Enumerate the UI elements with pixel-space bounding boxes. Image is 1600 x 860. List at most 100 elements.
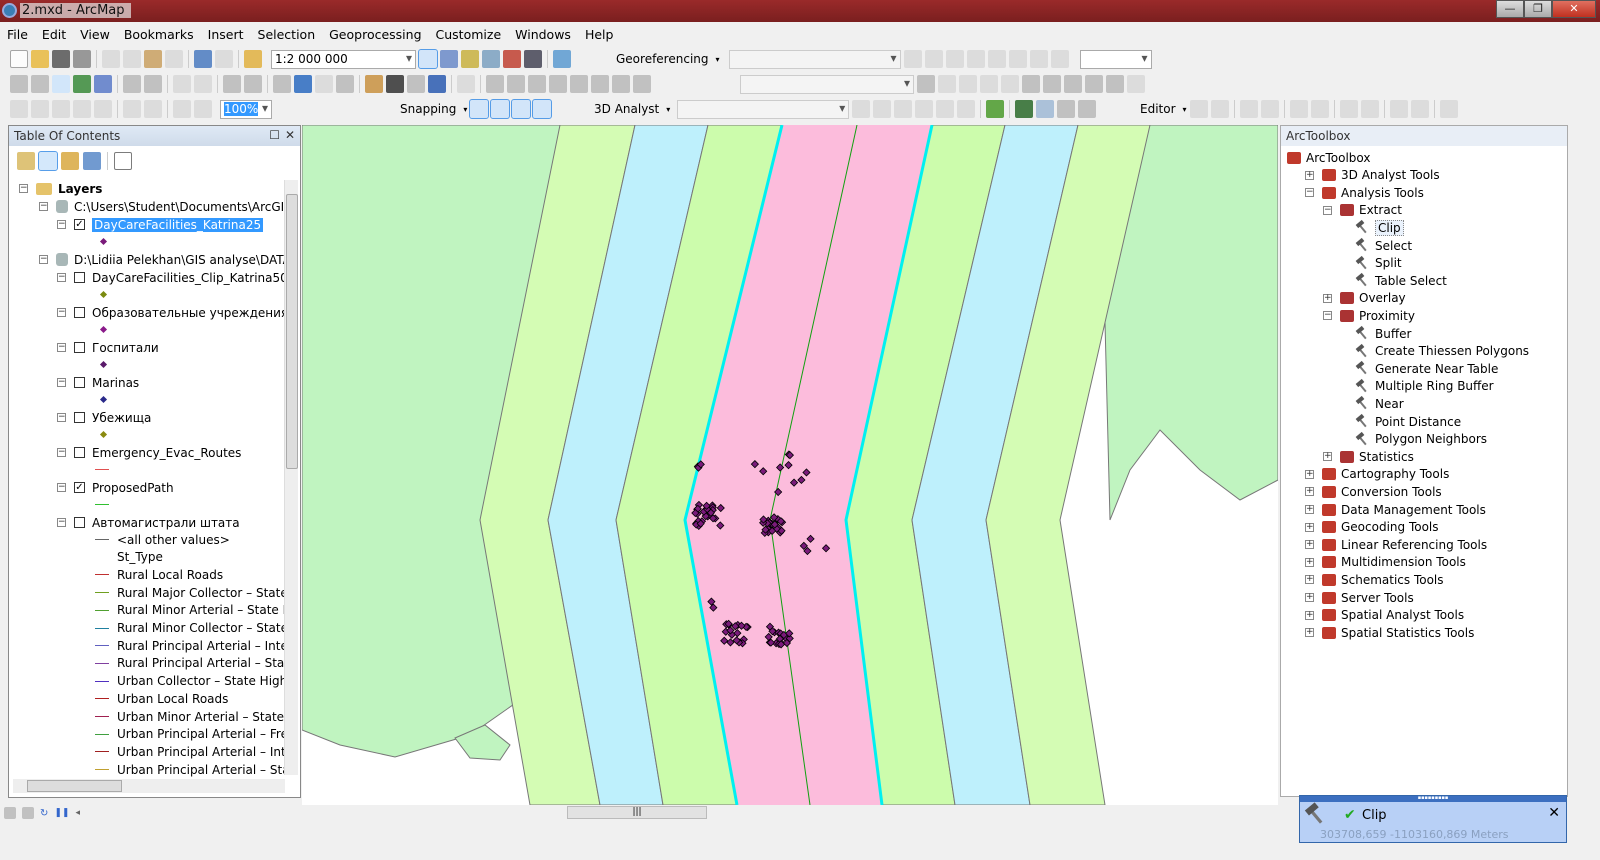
fixed-zoom-out-layout-icon[interactable] — [144, 100, 162, 118]
save-icon[interactable] — [52, 50, 70, 68]
3d-layer-select[interactable] — [677, 99, 850, 119]
next-extent-icon[interactable] — [194, 100, 212, 118]
tool-e-icon[interactable] — [591, 75, 609, 93]
steepest-icon[interactable] — [1001, 75, 1019, 93]
toc-vertical-scrollbar[interactable] — [284, 180, 298, 775]
zoom-to-selected-icon[interactable] — [486, 75, 504, 93]
menu-view[interactable]: View — [73, 24, 117, 46]
toolbox-item-tool[interactable]: Create Thiessen Polygons — [1355, 343, 1529, 360]
tool-g-icon[interactable] — [1022, 75, 1040, 93]
collapse-toggle[interactable]: − — [39, 255, 48, 264]
map-view[interactable] — [302, 125, 1278, 805]
toolbox-item-box[interactable]: +3D Analyst Tools — [1305, 167, 1440, 184]
toolbox-item-set[interactable]: − Proximity — [1323, 307, 1415, 324]
rotate-icon[interactable] — [945, 50, 964, 68]
layout-zoom-in-icon[interactable] — [10, 100, 28, 118]
expand-toggle[interactable]: + — [1305, 505, 1314, 514]
layer-visibility-checkbox[interactable] — [74, 307, 85, 318]
toc-layer-row[interactable]: − Emergency_Evac_Routes — [57, 444, 241, 461]
scale-icon[interactable] — [966, 50, 985, 68]
toolbox-item-box[interactable]: + Linear Referencing Tools — [1305, 536, 1487, 553]
view-link-table-icon[interactable] — [1008, 50, 1027, 68]
cut-polygons-icon[interactable] — [1339, 100, 1358, 118]
expand-toggle[interactable]: + — [1305, 628, 1314, 638]
trace-icon[interactable] — [1260, 100, 1279, 118]
toolbox-item-tool[interactable]: Near — [1355, 395, 1404, 412]
expand-toggle[interactable]: − — [1323, 205, 1332, 215]
toolbox-item-tool[interactable]: Polygon Neighbors — [1355, 431, 1487, 448]
previous-extent-icon[interactable] — [173, 100, 191, 118]
histogram-icon[interactable] — [1106, 75, 1124, 93]
model-builder-icon[interactable] — [553, 50, 571, 68]
collapse-toggle[interactable]: − — [57, 378, 66, 387]
layer-visibility-checkbox[interactable] — [74, 272, 85, 283]
popup-grip[interactable]: ▪▪▪▪▪▪▪▪▪ — [1300, 796, 1566, 802]
clear-selection-icon[interactable] — [244, 75, 262, 93]
delete-icon[interactable] — [165, 50, 183, 68]
expand-toggle[interactable]: + — [1305, 522, 1314, 532]
tool-b-icon[interactable] — [528, 75, 546, 93]
fixed-zoom-out-icon[interactable] — [144, 75, 162, 93]
toolbox-item-box[interactable]: + Geocoding Tools — [1305, 519, 1439, 536]
toc-layer-row[interactable]: − ✓ DayCareFacilities_Katrina25 — [57, 216, 264, 233]
tool-d-icon[interactable] — [570, 75, 588, 93]
edge-snapping-icon[interactable] — [532, 99, 553, 119]
editor-toolbar-icon[interactable] — [418, 49, 438, 69]
data-view-icon[interactable] — [4, 807, 16, 819]
arctoolbox-icon[interactable] — [503, 50, 521, 68]
scroll-left-icon[interactable]: ◂ — [75, 808, 80, 818]
layer-visibility-checkbox[interactable] — [74, 377, 85, 388]
toolbox-item-root[interactable]: ArcToolbox — [1287, 149, 1370, 166]
toolbox-item-box[interactable]: + Multidimension Tools — [1305, 554, 1466, 571]
toolbox-item-box[interactable]: + Server Tools — [1305, 589, 1414, 606]
menu-help[interactable]: Help — [578, 24, 621, 46]
fixed-zoom-in-layout-icon[interactable] — [123, 100, 141, 118]
minimize-button[interactable]: — — [1496, 0, 1524, 18]
geoprocessing-notification[interactable]: ▪▪▪▪▪▪▪▪▪ ✔ Clip ✕ 303708,659 -1103160,8… — [1299, 795, 1567, 843]
toolbox-item-tool[interactable]: Buffer — [1355, 325, 1411, 342]
collapse-toggle[interactable]: − — [39, 202, 48, 211]
expand-toggle[interactable]: − — [1305, 188, 1314, 198]
menu-bookmarks[interactable]: Bookmarks — [117, 24, 201, 46]
toolbox-item-box[interactable]: + Cartography Tools — [1305, 466, 1449, 483]
undo-icon[interactable] — [194, 50, 212, 68]
contour-icon[interactable] — [938, 75, 956, 93]
full-extent-icon[interactable] — [73, 75, 91, 93]
layer-visibility-checkbox[interactable] — [74, 447, 85, 458]
redo-icon[interactable] — [215, 50, 233, 68]
expand-toggle[interactable]: + — [1323, 452, 1332, 462]
measure-icon[interactable] — [365, 75, 383, 93]
menu-windows[interactable]: Windows — [508, 24, 578, 46]
layout-view-icon[interactable] — [22, 807, 34, 819]
hyperlink-icon[interactable] — [315, 75, 333, 93]
create-features-icon[interactable] — [1439, 100, 1458, 118]
edit-tool-icon[interactable] — [1189, 100, 1208, 118]
collapse-toggle[interactable]: − — [57, 343, 66, 352]
tool-c-icon[interactable] — [549, 75, 567, 93]
toc-layer-row[interactable]: − Госпитали — [57, 339, 159, 356]
layout-pan-icon[interactable] — [52, 100, 70, 118]
back-extent-icon[interactable] — [173, 75, 191, 93]
layout-zoom-select[interactable]: 100% — [220, 99, 272, 119]
zoom-100-icon[interactable] — [94, 100, 112, 118]
toolbox-item-tool[interactable]: Split — [1355, 255, 1402, 272]
add-data-icon[interactable] — [244, 50, 262, 68]
expand-toggle[interactable]: + — [1305, 593, 1314, 602]
toolbox-item-box[interactable]: + Data Management Tools — [1305, 501, 1486, 518]
layer-visibility-checkbox[interactable]: ✓ — [74, 219, 85, 230]
toolbox-item-box[interactable]: + Spatial Analyst Tools — [1305, 607, 1464, 624]
time-slider-icon[interactable] — [457, 75, 475, 93]
menu-insert[interactable]: Insert — [201, 24, 251, 46]
tool-3d-icon[interactable] — [1078, 100, 1097, 118]
toc-layer-row[interactable]: − Образовательные учреждения — [57, 304, 285, 321]
toolbox-item-box[interactable]: − Analysis Tools — [1305, 184, 1424, 201]
fit-to-display-icon[interactable] — [1029, 50, 1048, 68]
snapping-menu[interactable]: Snapping — [396, 102, 460, 116]
shift-icon[interactable] — [987, 50, 1006, 68]
toolbox-item-box[interactable]: + Schematics Tools — [1305, 571, 1444, 588]
report-icon[interactable] — [94, 75, 112, 93]
toolbox-item-tool[interactable]: Clip — [1355, 219, 1404, 236]
pause-drawing-icon[interactable]: ❚❚ — [54, 808, 69, 818]
attributes-icon[interactable] — [1389, 100, 1408, 118]
fixed-zoom-in-icon[interactable] — [123, 75, 141, 93]
